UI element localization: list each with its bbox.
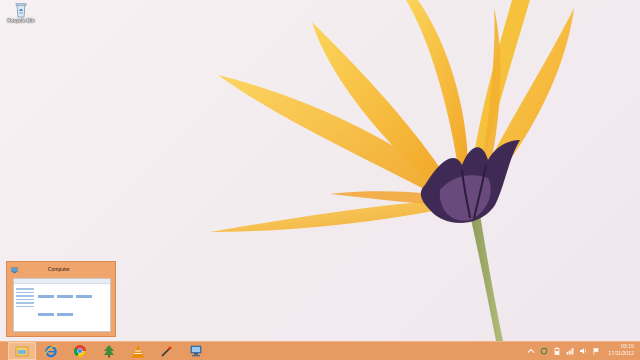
- thumbnail-header: Computer: [7, 262, 115, 276]
- paint-tool-icon: [161, 346, 172, 357]
- clock-date: 17/11/2012: [608, 350, 634, 357]
- taskbar-clock[interactable]: 03:15 17/11/2012: [600, 344, 634, 357]
- desktop-icon-recycle-bin[interactable]: Recycle Bin: [4, 2, 38, 32]
- taskbar-button-chrome[interactable]: [66, 342, 94, 360]
- network-icon[interactable]: [566, 347, 574, 355]
- taskbar-button-internet-explorer[interactable]: [37, 342, 65, 360]
- vlc-icon: [132, 345, 144, 358]
- computer-icon: [11, 266, 18, 273]
- desktop: Recycle Bin Computer 03:15 17/11/2012: [0, 0, 640, 360]
- thumbnail-ribbon: [14, 279, 110, 284]
- thumbnail-title: Computer: [48, 267, 70, 273]
- file-explorer-icon: [15, 346, 29, 357]
- taskbar-thumbnail-preview[interactable]: Computer: [6, 261, 116, 337]
- taskbar-button-app-7[interactable]: [182, 342, 210, 360]
- sync-icon[interactable]: [540, 347, 548, 355]
- chevron-up-icon[interactable]: [527, 347, 535, 355]
- network-computer-icon: [190, 345, 202, 357]
- battery-icon[interactable]: [553, 347, 561, 355]
- tree-app-icon: [104, 345, 114, 358]
- taskbar: 03:15 17/11/2012: [0, 341, 640, 360]
- desktop-icon-label: Recycle Bin: [7, 19, 35, 24]
- internet-explorer-icon: [44, 345, 58, 358]
- thumbnail-window-preview: [13, 278, 111, 332]
- system-tray: [527, 342, 600, 360]
- chrome-icon: [73, 345, 86, 358]
- thumbnail-content-pane: [38, 287, 104, 323]
- thumbnail-nav-pane: [16, 286, 34, 309]
- taskbar-button-vlc[interactable]: [124, 342, 152, 360]
- flag-icon[interactable]: [592, 347, 600, 355]
- taskbar-button-app-4[interactable]: [95, 342, 123, 360]
- recycle-bin-icon: [15, 3, 27, 18]
- taskbar-button-app-6[interactable]: [153, 342, 181, 360]
- taskbar-button-file-explorer[interactable]: [8, 342, 36, 360]
- volume-icon[interactable]: [579, 347, 587, 355]
